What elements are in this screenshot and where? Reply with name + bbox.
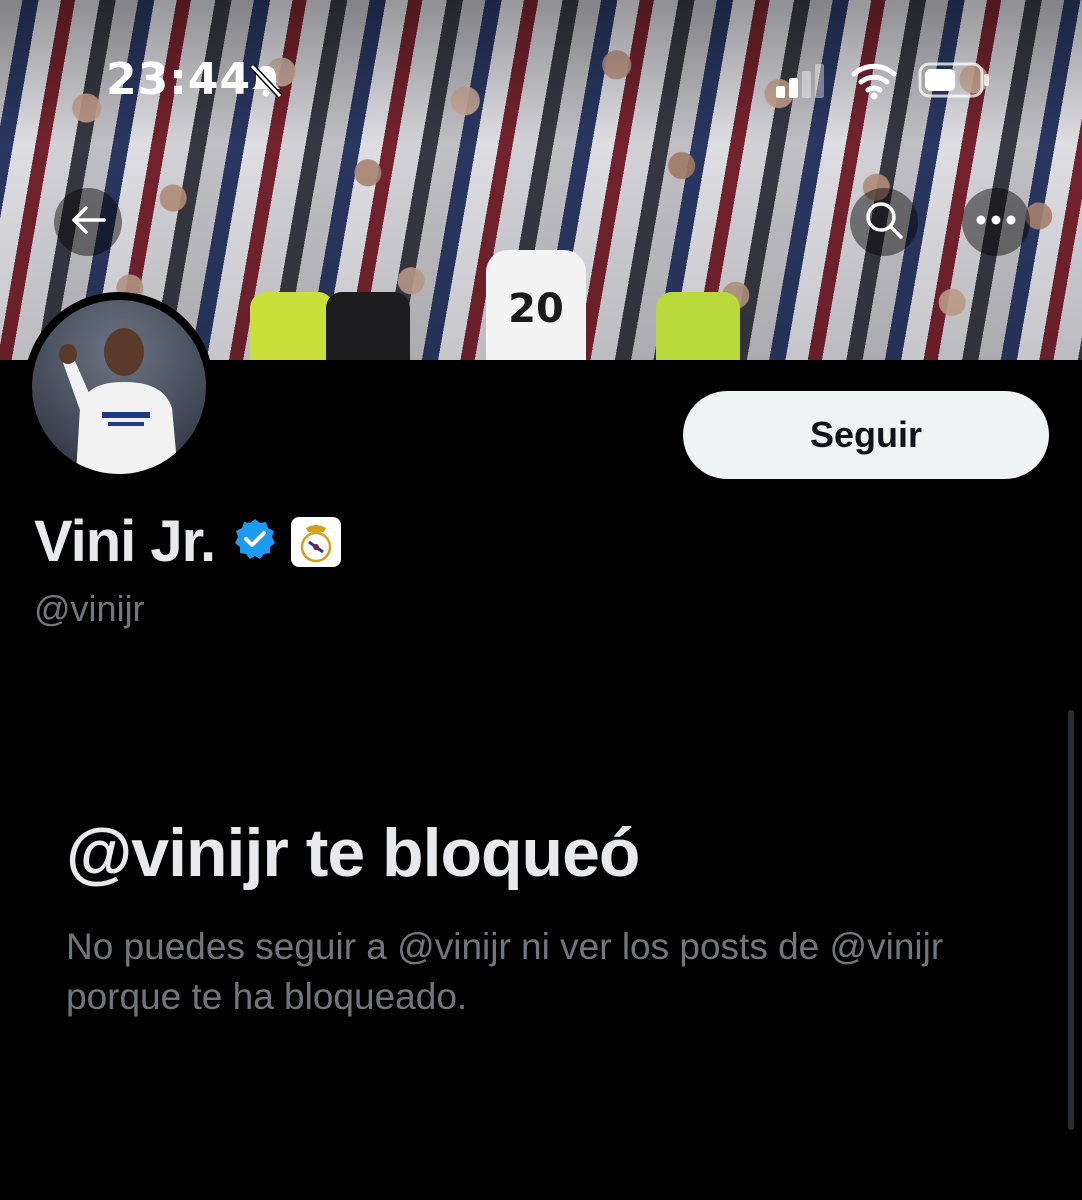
wifi-icon — [850, 60, 898, 105]
blocked-description: No puedes seguir a @vinijr ni ver los po… — [66, 926, 944, 1017]
profile-name-row: Vini Jr. — [34, 508, 342, 575]
battery-icon — [918, 62, 990, 103]
arrow-left-icon — [68, 200, 108, 245]
avatar[interactable] — [24, 292, 214, 482]
avatar-photo — [32, 300, 206, 474]
real-madrid-crest-icon[interactable] — [291, 516, 342, 567]
bell-slash-icon — [246, 60, 286, 105]
banner-security-guard — [326, 292, 410, 360]
blocked-title: @vinijr te bloqueó — [66, 815, 640, 891]
more-options-button[interactable] — [962, 188, 1030, 256]
scrollbar[interactable] — [1068, 710, 1074, 1130]
back-button[interactable] — [54, 188, 122, 256]
search-icon — [863, 199, 905, 246]
display-name: Vini Jr. — [34, 509, 216, 574]
status-time: 23:44 — [106, 54, 252, 105]
profile-handle: @vinijr — [34, 588, 145, 629]
follow-button[interactable]: Seguir — [683, 391, 1049, 479]
ellipsis-icon — [975, 213, 1017, 231]
status-bar: 23:44 — [0, 52, 1082, 108]
signal-icon — [774, 64, 830, 105]
banner-steward-right — [656, 292, 740, 360]
banner-player-figure: 20 — [486, 250, 586, 360]
verified-badge-icon[interactable] — [233, 517, 277, 566]
search-button[interactable] — [850, 188, 918, 256]
banner-jersey-number: 20 — [508, 286, 564, 332]
banner-steward-left — [250, 292, 334, 360]
